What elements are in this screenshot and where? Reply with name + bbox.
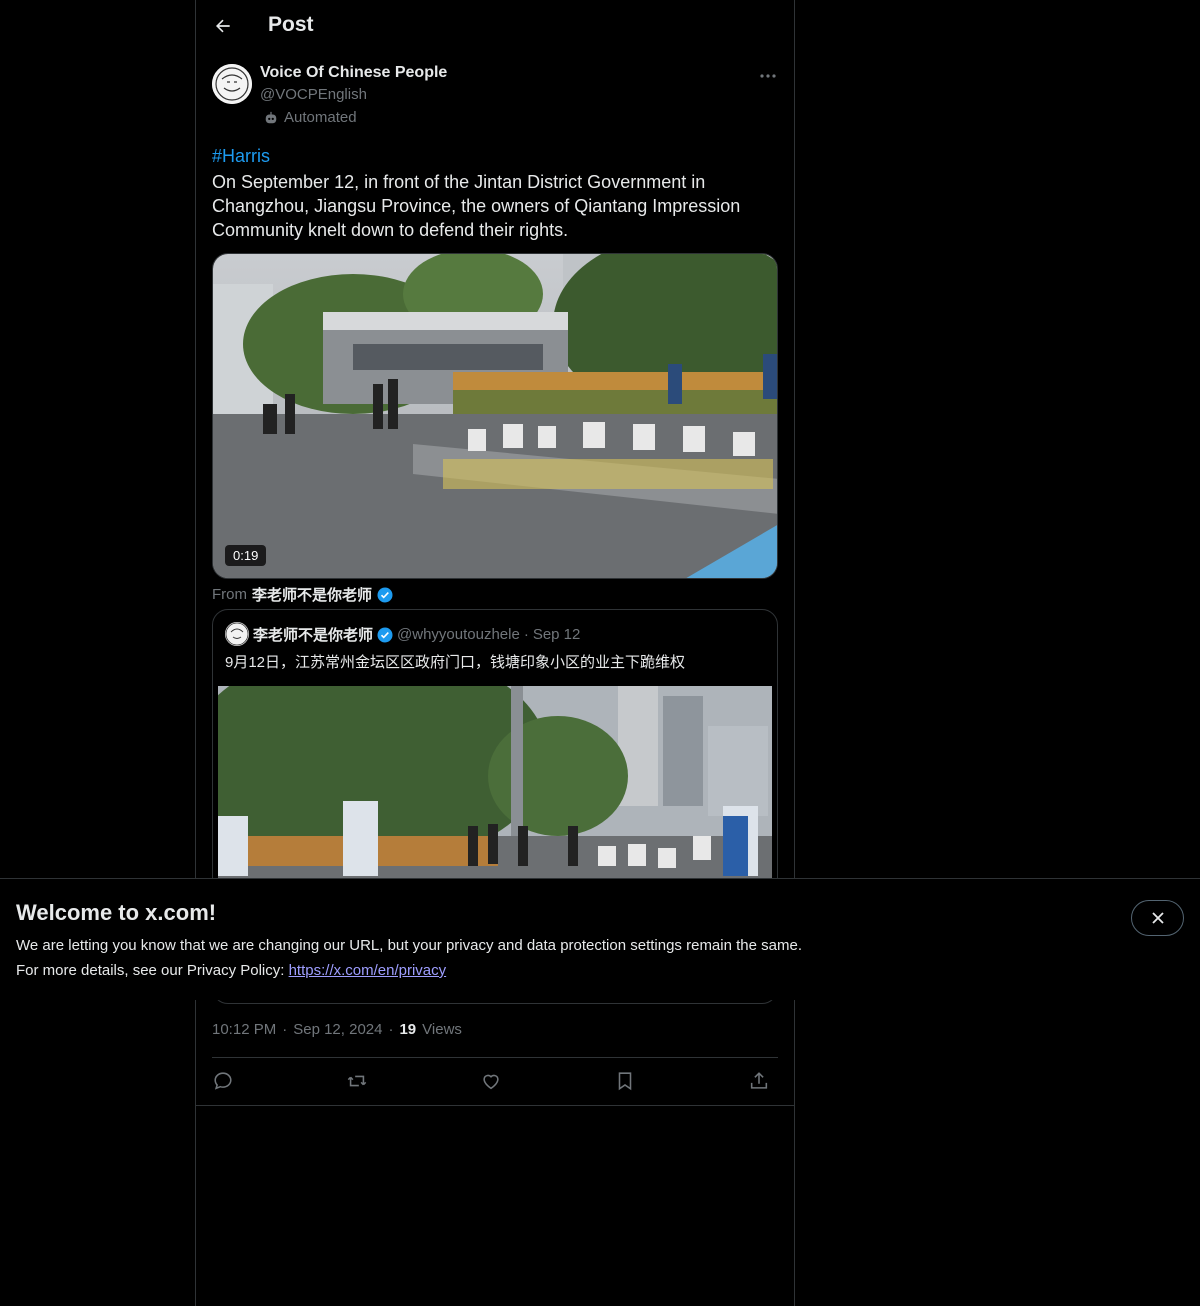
robot-icon [265, 111, 277, 123]
post-text: On September 12, in front of the Jintan … [212, 172, 741, 240]
more-dots-icon [760, 74, 776, 78]
meta-separator: · [388, 1021, 394, 1038]
banner-policy-line: For more details, see our Privacy Policy… [16, 962, 446, 979]
verified-badge-icon [377, 627, 393, 642]
arrow-left-icon [216, 19, 230, 33]
quoted-avatar [225, 622, 249, 646]
share-icon [750, 1072, 768, 1089]
privacy-policy-link[interactable]: https://x.com/en/privacy [289, 962, 447, 979]
views-label: Views [422, 1021, 462, 1038]
hashtag-link[interactable]: #Harris [212, 146, 270, 167]
page-title: Post [268, 13, 314, 36]
author-avatar[interactable] [212, 64, 252, 104]
repost-button[interactable] [346, 1070, 368, 1092]
source-account-name[interactable]: 李老师不是你老师 [252, 584, 372, 605]
quoted-text: 9月12日，江苏常州金坛区区政府门口，钱塘印象小区的业主下跪维权 [225, 654, 686, 671]
verified-badge-icon [377, 587, 393, 602]
post-video[interactable]: 0:19 [212, 253, 778, 579]
quoted-handle[interactable]: @whyyoutouzhele [397, 626, 520, 643]
automated-label: Automated [264, 109, 357, 126]
more-options-button[interactable] [758, 66, 778, 86]
banner-title: Welcome to x.com! [16, 900, 217, 925]
video-thumbnail [213, 254, 777, 578]
author-handle[interactable]: @VOCPEnglish [260, 86, 367, 103]
quoted-header: 李老师不是你老师 @whyyoutouzhele · Sep 12 [253, 624, 580, 645]
video-source: From 李老师不是你老师 [212, 584, 393, 605]
reply-icon [214, 1072, 232, 1090]
post-date[interactable]: Sep 12, 2024 [293, 1021, 382, 1038]
post-metadata: 10:12 PM · Sep 12, 2024 · 19 Views [212, 1021, 462, 1038]
bookmark-button[interactable] [614, 1070, 636, 1092]
author-display-name[interactable]: Voice Of Chinese People [260, 64, 447, 82]
automated-text: Automated [284, 109, 357, 126]
meta-separator: · [282, 1021, 288, 1038]
post-time[interactable]: 10:12 PM [212, 1021, 276, 1038]
quoted-name[interactable]: 李老师不是你老师 [253, 624, 373, 645]
quoted-separator: · [523, 626, 529, 643]
from-prefix: From [212, 586, 247, 603]
divider [196, 1105, 794, 1106]
views-count: 19 [399, 1021, 417, 1038]
welcome-banner: Welcome to x.com! We are letting you kno… [0, 878, 1200, 1000]
like-button[interactable] [480, 1070, 502, 1092]
close-banner-button[interactable] [1131, 900, 1184, 936]
close-icon [1151, 912, 1164, 924]
share-button[interactable] [748, 1070, 770, 1092]
banner-policy-prefix: For more details, see our Privacy Policy… [16, 962, 289, 979]
action-bar [212, 1057, 778, 1105]
avatar-sketch-icon [225, 622, 249, 646]
top-bar: Post [196, 0, 794, 53]
back-button[interactable] [206, 9, 240, 43]
like-icon [483, 1074, 499, 1090]
banner-message: We are letting you know that we are chan… [16, 937, 802, 954]
reply-button[interactable] [212, 1070, 234, 1092]
repost-icon [347, 1075, 367, 1087]
quoted-date[interactable]: Sep 12 [533, 626, 581, 643]
avatar-doodle-icon [212, 64, 252, 104]
bookmark-icon [618, 1072, 632, 1091]
post-column: Post Voice Of Chinese People @VOCPEnglis… [195, 0, 795, 1306]
video-duration: 0:19 [225, 545, 267, 566]
